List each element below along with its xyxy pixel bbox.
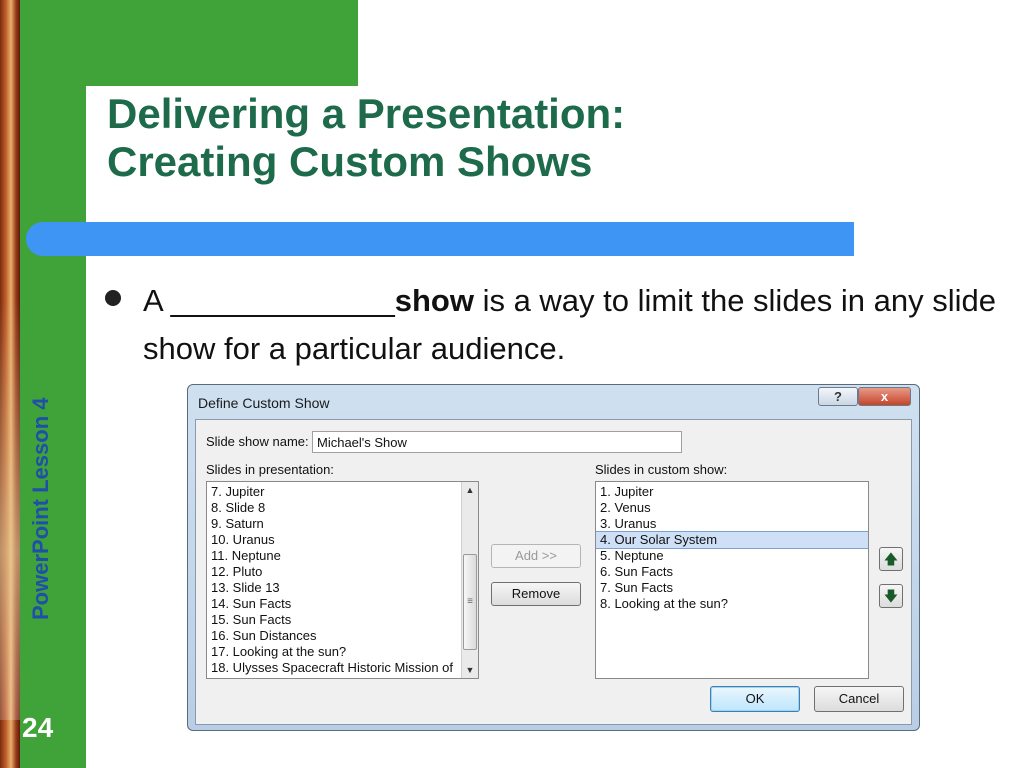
list-item[interactable]: 3. Uranus (596, 516, 868, 532)
left-list-scrollbar[interactable]: ▲ ≡ ▼ (461, 482, 478, 678)
list-item[interactable]: 8. Looking at the sun? (596, 596, 868, 612)
list-item[interactable]: 10. Uranus (207, 532, 478, 548)
ok-button[interactable]: OK (710, 686, 800, 712)
list-item[interactable]: 17. Looking at the sun? (207, 644, 478, 660)
scroll-down-arrow-icon[interactable]: ▼ (462, 662, 478, 678)
move-down-button[interactable]: 🡇 (879, 584, 903, 608)
right-list-items: 1. Jupiter 2. Venus 3. Uranus 4. Our Solar … (596, 482, 868, 612)
left-list-items: 7. Jupiter 8. Slide 8 9. Saturn 10. Uranus 1… (207, 482, 478, 676)
list-item[interactable]: 7. Sun Facts (596, 580, 868, 596)
title-line-1: Delivering a Presentation: (107, 90, 626, 137)
slide-show-name-label: Slide show name: (206, 434, 309, 449)
close-button[interactable]: x (858, 387, 911, 406)
slide-show-name-input[interactable] (312, 431, 682, 453)
list-item[interactable]: 7. Jupiter (207, 484, 478, 500)
scroll-up-arrow-icon[interactable]: ▲ (462, 482, 478, 498)
sidebar (20, 0, 86, 768)
slide-number: 24 (22, 712, 54, 743)
bullet-prefix: A _____________ (143, 283, 395, 318)
slide-title: Delivering a Presentation: Creating Cust… (107, 90, 625, 186)
list-item[interactable]: 2. Venus (596, 500, 868, 516)
list-item[interactable]: 1. Jupiter (596, 484, 868, 500)
list-item[interactable]: 14. Sun Facts (207, 596, 478, 612)
cancel-button[interactable]: Cancel (814, 686, 904, 712)
bullet-icon (105, 290, 121, 306)
lesson-label: PowerPoint Lesson 4 (28, 397, 53, 621)
scroll-thumb[interactable]: ≡ (463, 554, 477, 650)
define-custom-show-dialog: Define Custom Show ? x Slide show name: … (187, 384, 920, 731)
slides-in-custom-show-label: Slides in custom show: (595, 462, 728, 477)
arrow-up-icon: 🡅 (883, 551, 899, 567)
list-item[interactable]: 18. Ulysses Spacecraft Historic Mission … (207, 660, 478, 676)
list-item[interactable]: 8. Slide 8 (207, 500, 478, 516)
list-item[interactable]: 5. Neptune (596, 548, 868, 564)
slides-in-presentation-list[interactable]: 7. Jupiter 8. Slide 8 9. Saturn 10. Uranus 1… (206, 481, 479, 679)
bullet-bold-word: show (394, 283, 474, 318)
move-up-button[interactable]: 🡅 (879, 547, 903, 571)
accent-bar (26, 222, 854, 256)
bullet-text: A _____________show is a way to limit th… (143, 277, 1023, 373)
dialog-title: Define Custom Show (198, 395, 330, 411)
slides-in-presentation-label: Slides in presentation: (206, 462, 334, 477)
list-item[interactable]: 15. Sun Facts (207, 612, 478, 628)
slides-in-custom-show-list[interactable]: 1. Jupiter 2. Venus 3. Uranus 4. Our Solar … (595, 481, 869, 679)
list-item[interactable]: 16. Sun Distances (207, 628, 478, 644)
list-item[interactable]: 9. Saturn (207, 516, 478, 532)
dialog-body: Slide show name: Slides in presentation:… (195, 419, 912, 725)
remove-button[interactable]: Remove (491, 582, 581, 606)
list-item[interactable]: 11. Neptune (207, 548, 478, 564)
arrow-down-icon: 🡇 (883, 588, 899, 604)
top-green-band (86, 0, 358, 86)
list-item[interactable]: 12. Pluto (207, 564, 478, 580)
list-item[interactable]: 6. Sun Facts (596, 564, 868, 580)
title-line-2: Creating Custom Shows (107, 138, 593, 185)
add-button[interactable]: Add >> (491, 544, 581, 568)
list-item[interactable]: 4. Our Solar System (596, 531, 868, 549)
list-item[interactable]: 13. Slide 13 (207, 580, 478, 596)
help-button[interactable]: ? (818, 387, 858, 406)
decorative-image-strip (0, 0, 20, 768)
